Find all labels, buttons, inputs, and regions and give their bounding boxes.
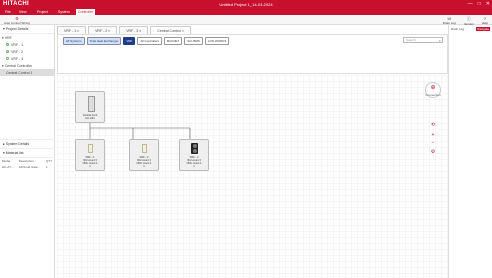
table-cell: 1 xyxy=(46,165,48,169)
connection-lines xyxy=(89,119,191,140)
connection-label: Connection xyxy=(425,93,441,97)
system-details-header[interactable]: ▸ System Details xyxy=(0,139,55,149)
auto-wiring-button[interactable]: ⚙ Auto Control Wiring xyxy=(4,16,30,25)
tab-label: Central Control xyxy=(157,29,181,33)
close-icon[interactable]: × xyxy=(108,29,110,33)
tab-label: VRF - 1 xyxy=(64,29,77,33)
tab-vrf-1[interactable]: VRF - 1 × xyxy=(57,26,87,34)
filter-panel: All Systems Total Heat Exchanger VRF All… xyxy=(57,34,448,74)
table-cell: HC-A7... xyxy=(2,165,14,169)
table-cell: AirCloud Gate... xyxy=(18,165,41,169)
close-icon[interactable]: × xyxy=(182,29,184,33)
chevron-down-icon: ▾ xyxy=(2,35,4,40)
material-list-title: Material list xyxy=(5,151,24,155)
tree-item-vrf-2[interactable]: VRF - 2 xyxy=(0,48,54,55)
device-qty: 1 xyxy=(193,165,195,168)
search-placeholder: Search xyxy=(406,38,416,42)
maximize-button[interactable]: □ xyxy=(478,1,481,7)
search-input[interactable]: Search ⌕ xyxy=(403,37,443,43)
chevron-down-icon: ▾ xyxy=(2,63,4,68)
reset-icon: ⟲ xyxy=(430,122,436,128)
tree-group-central-controller[interactable]: ▾ Central Controller xyxy=(0,62,54,69)
table-row[interactable]: HC-A7... AirCloud Gate... 1 xyxy=(0,164,55,170)
close-icon[interactable]: × xyxy=(77,29,79,33)
tab-central-control[interactable]: Central Control × xyxy=(150,26,191,34)
filter-total-heat-exchanger[interactable]: Total Heat Exchanger xyxy=(86,37,122,45)
reset-button[interactable]: ⟲ xyxy=(428,122,438,128)
device-qty: 1 xyxy=(143,165,145,168)
tree-item-label: VRF - 2 xyxy=(11,49,24,54)
zoom-in-button[interactable]: + xyxy=(428,132,438,138)
tab-vrf-2[interactable]: VRF - 2 × xyxy=(88,26,118,34)
radio-icon xyxy=(6,43,9,47)
zoom-in-icon: + xyxy=(431,132,435,138)
drain-log-tab[interactable]: Drain Log xyxy=(451,27,464,31)
title-bar: HITACHI Untitled Project 1_14-03-2024 — … xyxy=(0,0,492,9)
device-label: VRF - 2 IDU count 3 ODU count 1 1 xyxy=(130,156,158,168)
filter-all-systems[interactable]: All Systems xyxy=(63,37,85,45)
plus-circle-icon: ⊕ xyxy=(430,85,436,91)
filter-all-controllers[interactable]: All Controllers xyxy=(137,37,163,45)
vrf-1-device[interactable]: VRF - 1 IDU count 3 ODU count 1 1 xyxy=(75,139,105,171)
chevron-down-icon: ▾ xyxy=(3,27,5,31)
window-controls: — □ ✕ xyxy=(468,1,490,7)
right-panel-header: Drain Log Navigate xyxy=(449,25,492,33)
minimize-button[interactable]: — xyxy=(468,1,473,7)
chevron-down-icon: ▾ xyxy=(3,151,5,155)
device-label-line: HC-A64 xyxy=(85,117,95,120)
chevron-right-icon: ▸ xyxy=(3,142,5,146)
speaker-cone xyxy=(192,144,197,148)
tree-group-vrf[interactable]: ▾ VRF xyxy=(0,34,54,41)
central-controller-device[interactable]: Central Cont HC-A64 xyxy=(75,91,105,123)
vrf-3-device[interactable]: VRF - 3 IDU count 3 ODU count 1 1 xyxy=(179,139,209,171)
filter-std-bms[interactable]: Std. BMS xyxy=(184,37,203,45)
radio-icon xyxy=(6,50,9,54)
remote-controller-icon xyxy=(142,144,147,153)
system-details-title: System Details xyxy=(5,142,30,146)
device-label: Central Cont HC-A64 xyxy=(76,114,104,120)
filter-vrf[interactable]: VRF xyxy=(123,37,136,45)
close-icon[interactable]: × xyxy=(139,29,141,33)
window-title: Untitled Project 1_14-03-2024 xyxy=(219,2,273,7)
speaker-icon xyxy=(191,143,198,154)
diagram-canvas[interactable]: Central Cont HC-A64 VRF - 1 IDU count 3 … xyxy=(57,75,448,278)
tree-item-label: VRF - 3 xyxy=(11,56,24,61)
tree-item-central-control-1[interactable]: Central Control 1 xyxy=(0,69,54,76)
project-details-header[interactable]: ▾ Project Details xyxy=(0,25,54,34)
settings-button[interactable]: ⚙ xyxy=(428,149,438,155)
tree-item-label: Central Control 1 xyxy=(6,70,33,75)
tree-group-label: VRF xyxy=(4,35,12,40)
tree-item-label: VRF - 1 xyxy=(11,42,24,47)
project-details-title: Project Details xyxy=(5,27,29,31)
tab-label: VRF - 2 xyxy=(95,29,108,33)
close-window-button[interactable]: ✕ xyxy=(486,1,490,7)
filter-bacnet[interactable]: BACNET xyxy=(164,37,183,45)
right-panel: Drain Log Navigate xyxy=(448,25,492,278)
search-icon: ⌕ xyxy=(438,38,441,43)
device-label: VRF - 3 IDU count 3 ODU count 1 1 xyxy=(180,156,208,168)
zoom-out-button[interactable]: − xyxy=(428,140,438,146)
tab-vrf-3[interactable]: VRF - 3 × xyxy=(119,26,149,34)
radio-icon xyxy=(6,57,9,61)
ribbon: ⚙ Auto Control Wiring ⛁ Drain Log ⓘ Vers… xyxy=(0,15,492,26)
material-list-header[interactable]: ▾ Material list xyxy=(0,149,55,158)
filter-chips: All Systems Total Heat Exchanger VRF All… xyxy=(63,37,230,45)
zoom-out-icon: − xyxy=(431,140,435,146)
speaker-cone xyxy=(192,149,197,153)
tree-group-label: Central Controller xyxy=(4,63,33,68)
device-label: VRF - 1 IDU count 3 ODU count 1 1 xyxy=(76,156,104,168)
left-panel: ▾ Project Details ▾ VRF VRF - 1 VRF - 2 … xyxy=(0,25,55,278)
controller-icon xyxy=(88,96,95,112)
tree-item-vrf-3[interactable]: VRF - 3 xyxy=(0,55,54,62)
tab-label: VRF - 3 xyxy=(126,29,139,33)
vrf-2-device[interactable]: VRF - 2 IDU count 3 ODU count 1 1 xyxy=(129,139,159,171)
system-tabs: VRF - 1 × VRF - 2 × VRF - 3 × Central Co… xyxy=(57,26,191,34)
material-table: Model Description QTY HC-A7... AirCloud … xyxy=(0,158,55,170)
filter-lon-works[interactable]: LON WORKS xyxy=(204,37,230,45)
remote-controller-icon xyxy=(88,144,93,153)
tree-item-vrf-1[interactable]: VRF - 1 xyxy=(0,41,54,48)
device-qty: 1 xyxy=(89,165,91,168)
settings-icon: ⚙ xyxy=(430,149,436,155)
navigate-tab[interactable]: Navigate xyxy=(476,27,490,31)
